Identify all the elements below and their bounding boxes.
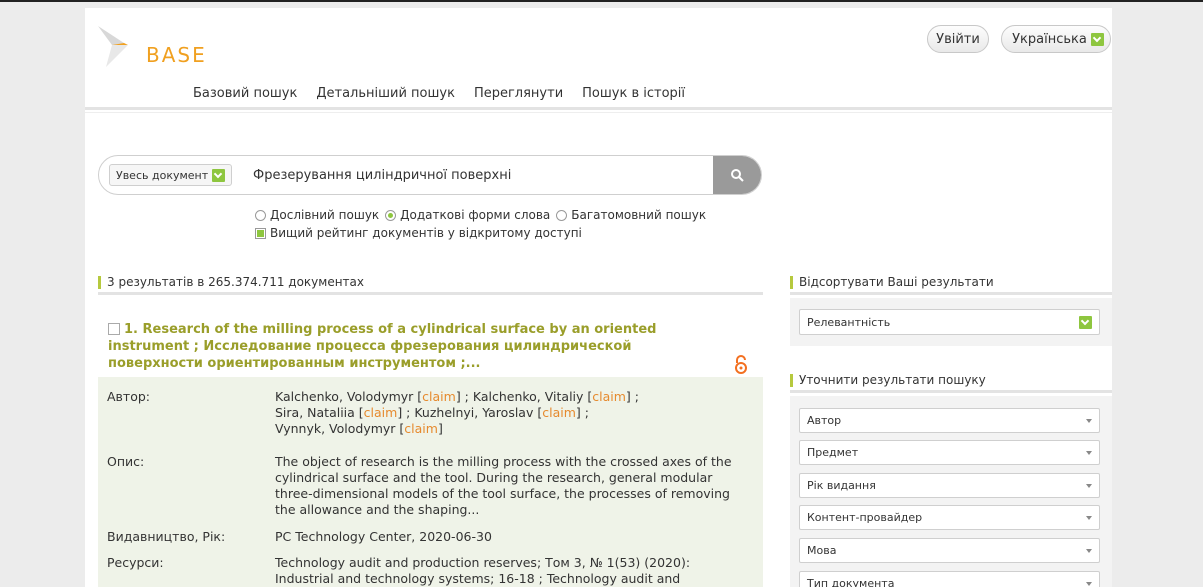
author-text[interactable]: Vynnyk, Volodymyr [ bbox=[275, 421, 404, 436]
caret-down-icon bbox=[1086, 419, 1092, 423]
author-text[interactable]: Kalchenko, Volodymyr [ bbox=[275, 389, 422, 404]
nav-basic-search[interactable]: Базовий пошук bbox=[193, 86, 297, 101]
search-scope-select[interactable]: Увесь документ bbox=[109, 164, 233, 186]
facet-label: Предмет bbox=[807, 446, 859, 459]
search-button[interactable] bbox=[713, 156, 761, 194]
results-divider bbox=[98, 292, 763, 295]
facet-label: Тип документа bbox=[807, 577, 895, 587]
radio-exact[interactable] bbox=[255, 209, 266, 221]
boost-open-access-label: Вищий рейтинг документів у відкритому до… bbox=[270, 226, 582, 240]
result-title-line: instrument ; Исследование процесса фрезе… bbox=[108, 339, 632, 354]
result-title[interactable]: 1. Research of the milling process of a … bbox=[108, 321, 708, 372]
main-nav: Базовий пошук Детальніший пошук Переглян… bbox=[193, 86, 704, 101]
resources-value: Technology audit and production reserves… bbox=[275, 555, 691, 586]
caret-down-icon bbox=[1086, 549, 1092, 553]
publisher-label: Видавництво, Рік: bbox=[107, 529, 226, 544]
facet-content-provider[interactable]: Контент-провайдер bbox=[799, 505, 1100, 530]
radio-multilingual-label: Багатомовний пошук bbox=[571, 208, 707, 222]
facet-document-type[interactable]: Тип документа bbox=[799, 571, 1100, 587]
login-button[interactable]: Увійти bbox=[927, 25, 989, 53]
claim-link[interactable]: claim bbox=[364, 405, 398, 420]
facet-subject[interactable]: Предмет bbox=[799, 440, 1100, 465]
claim-link[interactable]: claim bbox=[404, 421, 438, 436]
search-options: Дослівний пошук Додаткові форми слова Ба… bbox=[255, 206, 706, 242]
language-label: Українська bbox=[1012, 31, 1087, 47]
radio-multilingual[interactable] bbox=[556, 209, 568, 221]
top-border bbox=[0, 0, 1203, 2]
caret-down-icon bbox=[1086, 451, 1092, 455]
chevron-down-icon bbox=[1079, 316, 1092, 329]
sort-selected: Релевантність bbox=[807, 315, 891, 329]
facet-label: Автор bbox=[807, 414, 842, 427]
author-label: Автор: bbox=[107, 389, 150, 404]
author-separator: ] bbox=[437, 421, 443, 436]
facet-label: Контент-провайдер bbox=[807, 511, 923, 524]
radio-word-forms-label: Додаткові форми слова bbox=[400, 208, 551, 222]
logo-text: BASE bbox=[146, 43, 207, 67]
nav-advanced-search[interactable]: Детальніший пошук bbox=[316, 86, 455, 101]
nav-search-history[interactable]: Пошук в історії bbox=[582, 86, 685, 101]
claim-link[interactable]: claim bbox=[542, 405, 576, 420]
nav-browse[interactable]: Переглянути bbox=[474, 86, 563, 101]
boost-open-access-checkbox[interactable] bbox=[255, 227, 266, 239]
base-logo[interactable]: BASE bbox=[98, 21, 228, 73]
header-divider-thin bbox=[85, 112, 1112, 113]
chevron-down-icon bbox=[212, 168, 226, 182]
resources-label: Ресурси: bbox=[107, 555, 164, 570]
search-bar: Увесь документ Фрезерування циліндричної… bbox=[98, 155, 762, 195]
publisher-value: PC Technology Center, 2020-06-30 bbox=[275, 529, 492, 544]
facet-label: Мова bbox=[807, 544, 837, 557]
refine-divider bbox=[790, 390, 1112, 393]
description-label: Опис: bbox=[107, 454, 145, 469]
caret-down-icon bbox=[1086, 516, 1092, 520]
caret-down-icon bbox=[1086, 484, 1092, 488]
sort-header: Відсортувати Ваші результати bbox=[790, 276, 994, 289]
facet-year[interactable]: Рік видання bbox=[799, 473, 1100, 498]
author-value: Kalchenko, Volodymyr [claim] ; Kalchenko… bbox=[275, 389, 745, 437]
refine-header: Уточнити результати пошуку bbox=[790, 374, 986, 387]
search-scope-label: Увесь документ bbox=[116, 168, 209, 182]
facet-author[interactable]: Автор bbox=[799, 408, 1100, 433]
claim-link[interactable]: claim bbox=[592, 389, 626, 404]
header-divider bbox=[85, 107, 1112, 110]
result-title-line: поверхности ориентированным инструментом… bbox=[108, 356, 481, 371]
page-container: BASE Увійти Українська Базовий пошук Дет… bbox=[85, 8, 1112, 587]
claim-link[interactable]: claim bbox=[422, 389, 456, 404]
search-icon bbox=[731, 169, 744, 182]
radio-exact-label: Дослівний пошук bbox=[270, 208, 380, 222]
author-text[interactable]: ] ; Kalchenko, Vitaliy [ bbox=[456, 389, 592, 404]
search-input[interactable]: Фрезерування циліндричної поверхні bbox=[253, 168, 511, 183]
open-access-icon bbox=[735, 355, 747, 374]
author-text[interactable]: Sira, Nataliia [ bbox=[275, 405, 364, 420]
facet-label: Рік видання bbox=[807, 479, 876, 492]
result-title-line: 1. Research of the milling process of a … bbox=[124, 322, 657, 337]
description-value: The object of research is the milling pr… bbox=[275, 454, 732, 517]
author-separator: ] ; bbox=[625, 389, 639, 404]
author-separator: ] ; bbox=[575, 405, 589, 420]
facet-language[interactable]: Мова bbox=[799, 538, 1100, 563]
chevron-down-icon bbox=[1090, 32, 1104, 46]
author-text[interactable]: ] ; Kuzhelnyi, Yaroslav [ bbox=[397, 405, 542, 420]
caret-down-icon bbox=[1086, 582, 1092, 586]
language-select[interactable]: Українська bbox=[1001, 25, 1111, 53]
sort-divider bbox=[790, 292, 1112, 295]
sort-select[interactable]: Релевантність bbox=[799, 309, 1100, 335]
results-count: 3 результатів в 265.374.711 документах bbox=[98, 276, 364, 289]
radio-word-forms[interactable] bbox=[385, 209, 397, 221]
